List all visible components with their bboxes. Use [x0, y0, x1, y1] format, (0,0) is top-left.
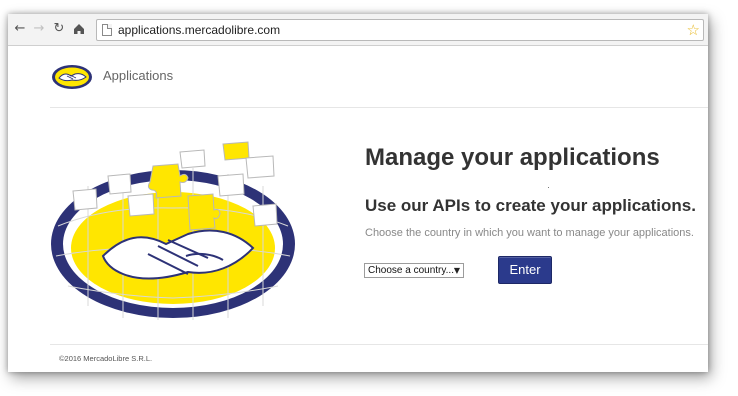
chevron-down-icon: ▼	[453, 266, 460, 275]
header-title[interactable]: Applications	[103, 68, 173, 83]
footer-copyright: ©2016 MercadoLibre S.R.L.	[59, 354, 153, 363]
country-select-value: Choose a country...	[368, 265, 454, 276]
handshake-puzzle-illustration	[48, 136, 298, 336]
browser-window: ← → ↻ applications.mercadolibre.com ☆ Ap…	[8, 14, 708, 372]
reload-icon[interactable]: ↻	[51, 21, 67, 37]
url-text[interactable]: applications.mercadolibre.com	[118, 23, 280, 37]
page-title: Manage your applications	[365, 144, 660, 171]
stray-dot	[548, 187, 549, 188]
country-select[interactable]: Choose a country... ▼	[364, 263, 464, 278]
header-divider	[50, 107, 708, 108]
page-icon	[102, 24, 112, 36]
forward-arrow-icon[interactable]: →	[31, 21, 47, 37]
page-header: Applications	[8, 46, 708, 108]
page-subtitle: Use our APIs to create your applications…	[365, 196, 696, 215]
browser-toolbar: ← → ↻ applications.mercadolibre.com ☆	[8, 14, 708, 46]
home-icon[interactable]	[71, 21, 87, 37]
back-arrow-icon[interactable]: ←	[12, 21, 28, 37]
star-icon[interactable]: ☆	[687, 21, 700, 39]
address-bar[interactable]: applications.mercadolibre.com ☆	[96, 19, 704, 41]
footer-divider	[50, 344, 708, 345]
enter-button[interactable]: Enter	[498, 256, 552, 284]
mercadolibre-handshake-logo[interactable]	[51, 64, 93, 90]
country-hint: Choose the country in which you want to …	[365, 227, 694, 239]
